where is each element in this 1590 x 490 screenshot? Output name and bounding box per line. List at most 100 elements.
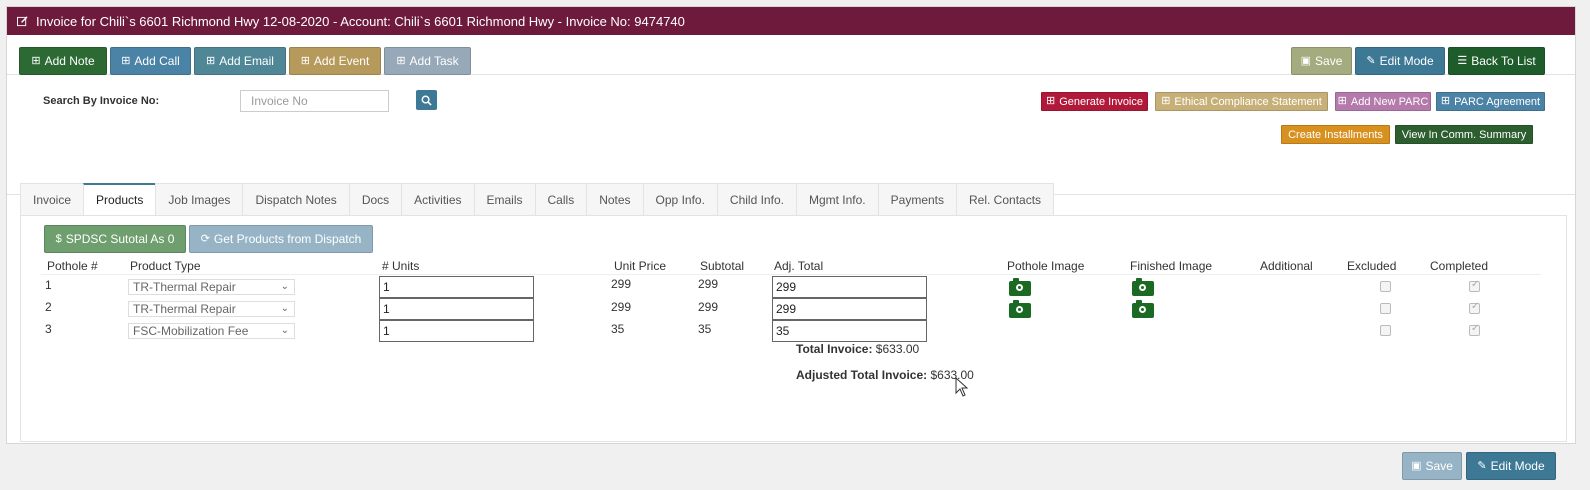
row-2-product-type-select[interactable]: TR-Thermal Repair ⌄ [128,301,295,317]
row-3-subtotal: 35 [698,322,712,336]
row-1-adj-total-input[interactable]: 299 [772,276,927,298]
parc-agreement-button[interactable]: ⊞ PARC Agreement [1436,92,1545,111]
invoice-search-input[interactable] [240,90,389,112]
tab-calls[interactable]: Calls [534,183,587,216]
tab-bar: Invoice Products Job Images Dispatch Not… [20,183,1055,216]
col-excluded: Excluded [1347,259,1397,273]
row-3-adj-total-input[interactable]: 35 [772,320,927,342]
tab-invoice[interactable]: Invoice [20,183,84,216]
plus-square-icon: ⊞ [206,54,216,67]
refresh-icon: ⟳ [200,232,210,245]
ethical-compliance-button[interactable]: ⊞ Ethical Compliance Statement [1155,92,1328,111]
page-title: Invoice for Chili`s 6601 Richmond Hwy 12… [36,13,685,29]
row-2-completed-checkbox[interactable] [1469,301,1480,314]
col-units: # Units [382,259,420,273]
col-product-type: Product Type [130,259,201,273]
footer-edit-mode-button[interactable]: ✎ Edit Mode [1466,452,1556,480]
plus-square-icon: ⊞ [1046,95,1056,107]
tab-emails[interactable]: Emails [473,183,535,216]
create-installments-button[interactable]: Create Installments [1281,125,1390,144]
search-icon [421,95,432,106]
add-new-parc-button[interactable]: ⊞ Add New PARC [1335,92,1431,111]
edit-icon: ✎ [1477,459,1487,472]
camera-icon[interactable] [1009,278,1031,296]
add-call-button[interactable]: ⊞ Add Call [110,47,191,75]
dollar-icon: $ [55,232,62,245]
tab-products[interactable]: Products [83,183,156,216]
camera-icon[interactable] [1132,278,1154,296]
plus-square-icon: ⊞ [121,54,131,67]
get-products-button[interactable]: ⟳ Get Products from Dispatch [189,225,373,253]
row-2-pothole: 2 [45,300,52,314]
add-event-button[interactable]: ⊞ Add Event [289,47,381,75]
view-comm-summary-button[interactable]: View In Comm. Summary [1395,125,1533,144]
row-1-pothole: 1 [45,278,52,292]
edit-icon [17,15,28,26]
footer-save-button[interactable]: ▣ Save [1402,452,1462,480]
row-2-unit-price: 299 [611,300,632,314]
row-3-units-input[interactable]: 1 [379,320,534,342]
list-icon: ☰ [1457,54,1468,67]
header-divider [41,274,1541,275]
add-email-button[interactable]: ⊞ Add Email [194,47,286,75]
camera-icon[interactable] [1132,300,1154,318]
tab-job-images[interactable]: Job Images [155,183,243,216]
tab-opp-info[interactable]: Opp Info. [642,183,717,216]
add-task-button[interactable]: ⊞ Add Task [384,47,471,75]
save-button[interactable]: ▣ Save [1291,47,1352,75]
title-bar: Invoice for Chili`s 6601 Richmond Hwy 12… [7,7,1575,35]
col-pothole: Pothole # [47,259,98,273]
search-button[interactable] [416,90,437,110]
back-to-list-button[interactable]: ☰ Back To List [1448,47,1545,75]
products-tab-content: $ SPDSC Sutotal As 0 ⟳ Get Products from… [20,215,1567,442]
col-subtotal: Subtotal [700,259,745,273]
tab-payments[interactable]: Payments [877,183,956,216]
row-3-completed-checkbox[interactable] [1469,323,1480,336]
adjusted-total-invoice: Adjusted Total Invoice: $633.00 [796,368,974,382]
row-3-unit-price: 35 [611,322,625,336]
edit-mode-button[interactable]: ✎ Edit Mode [1355,47,1445,75]
col-completed: Completed [1430,259,1489,273]
row-1-product-type-select[interactable]: TR-Thermal Repair ⌄ [128,279,295,295]
plus-square-icon: ⊞ [396,54,406,67]
edit-icon: ✎ [1366,54,1376,67]
floppy-disk-icon: ▣ [1300,54,1312,67]
plus-square-icon: ⊞ [1161,95,1171,107]
row-1-subtotal: 299 [698,277,719,291]
plus-square-icon: ⊞ [300,54,310,67]
tab-notes[interactable]: Notes [586,183,643,216]
col-additional: Additional [1260,259,1313,273]
generate-invoice-button[interactable]: ⊞ Generate Invoice [1041,92,1148,111]
tab-dispatch-notes[interactable]: Dispatch Notes [242,183,349,216]
floppy-disk-icon: ▣ [1411,459,1422,472]
row-2-units-input[interactable]: 1 [379,298,534,320]
col-finished-image: Finished Image [1130,259,1213,273]
row-3-product-type-select[interactable]: FSC-Mobilization Fee ⌄ [128,323,295,339]
row-1-completed-checkbox[interactable] [1469,279,1480,292]
add-note-button[interactable]: ⊞ Add Note [19,47,107,75]
camera-icon[interactable] [1009,300,1031,318]
chevron-down-icon: ⌄ [280,303,289,314]
tab-activities[interactable]: Activities [401,183,474,216]
row-3-excluded-checkbox[interactable] [1380,325,1391,336]
tab-child-info[interactable]: Child Info. [716,183,796,216]
row-2-excluded-checkbox[interactable] [1380,303,1391,314]
row-2-adj-total-input[interactable]: 299 [772,298,927,320]
chevron-down-icon: ⌄ [280,281,289,292]
total-invoice: Total Invoice: $633.00 [796,342,920,356]
tab-rel-contacts[interactable]: Rel. Contacts [956,183,1055,216]
plus-square-icon: ⊞ [1440,95,1451,107]
col-pothole-image: Pothole Image [1007,259,1085,273]
invoice-panel: Invoice for Chili`s 6601 Richmond Hwy 12… [6,6,1576,444]
chevron-down-icon: ⌄ [280,325,289,336]
row-1-units-input[interactable]: 1 [379,276,534,298]
tab-mgmt-info[interactable]: Mgmt Info. [795,183,878,216]
mouse-cursor-icon [955,377,969,397]
tab-docs[interactable]: Docs [348,183,402,216]
row-1-excluded-checkbox[interactable] [1380,281,1391,292]
actions-section: ⊞ Generate Invoice ⊞ Ethical Compliance … [7,75,1575,195]
plus-square-icon: ⊞ [31,54,41,67]
spdsc-subtotal-button[interactable]: $ SPDSC Sutotal As 0 [44,225,186,253]
plus-square-icon: ⊞ [1337,95,1347,107]
row-2-subtotal: 299 [698,300,719,314]
